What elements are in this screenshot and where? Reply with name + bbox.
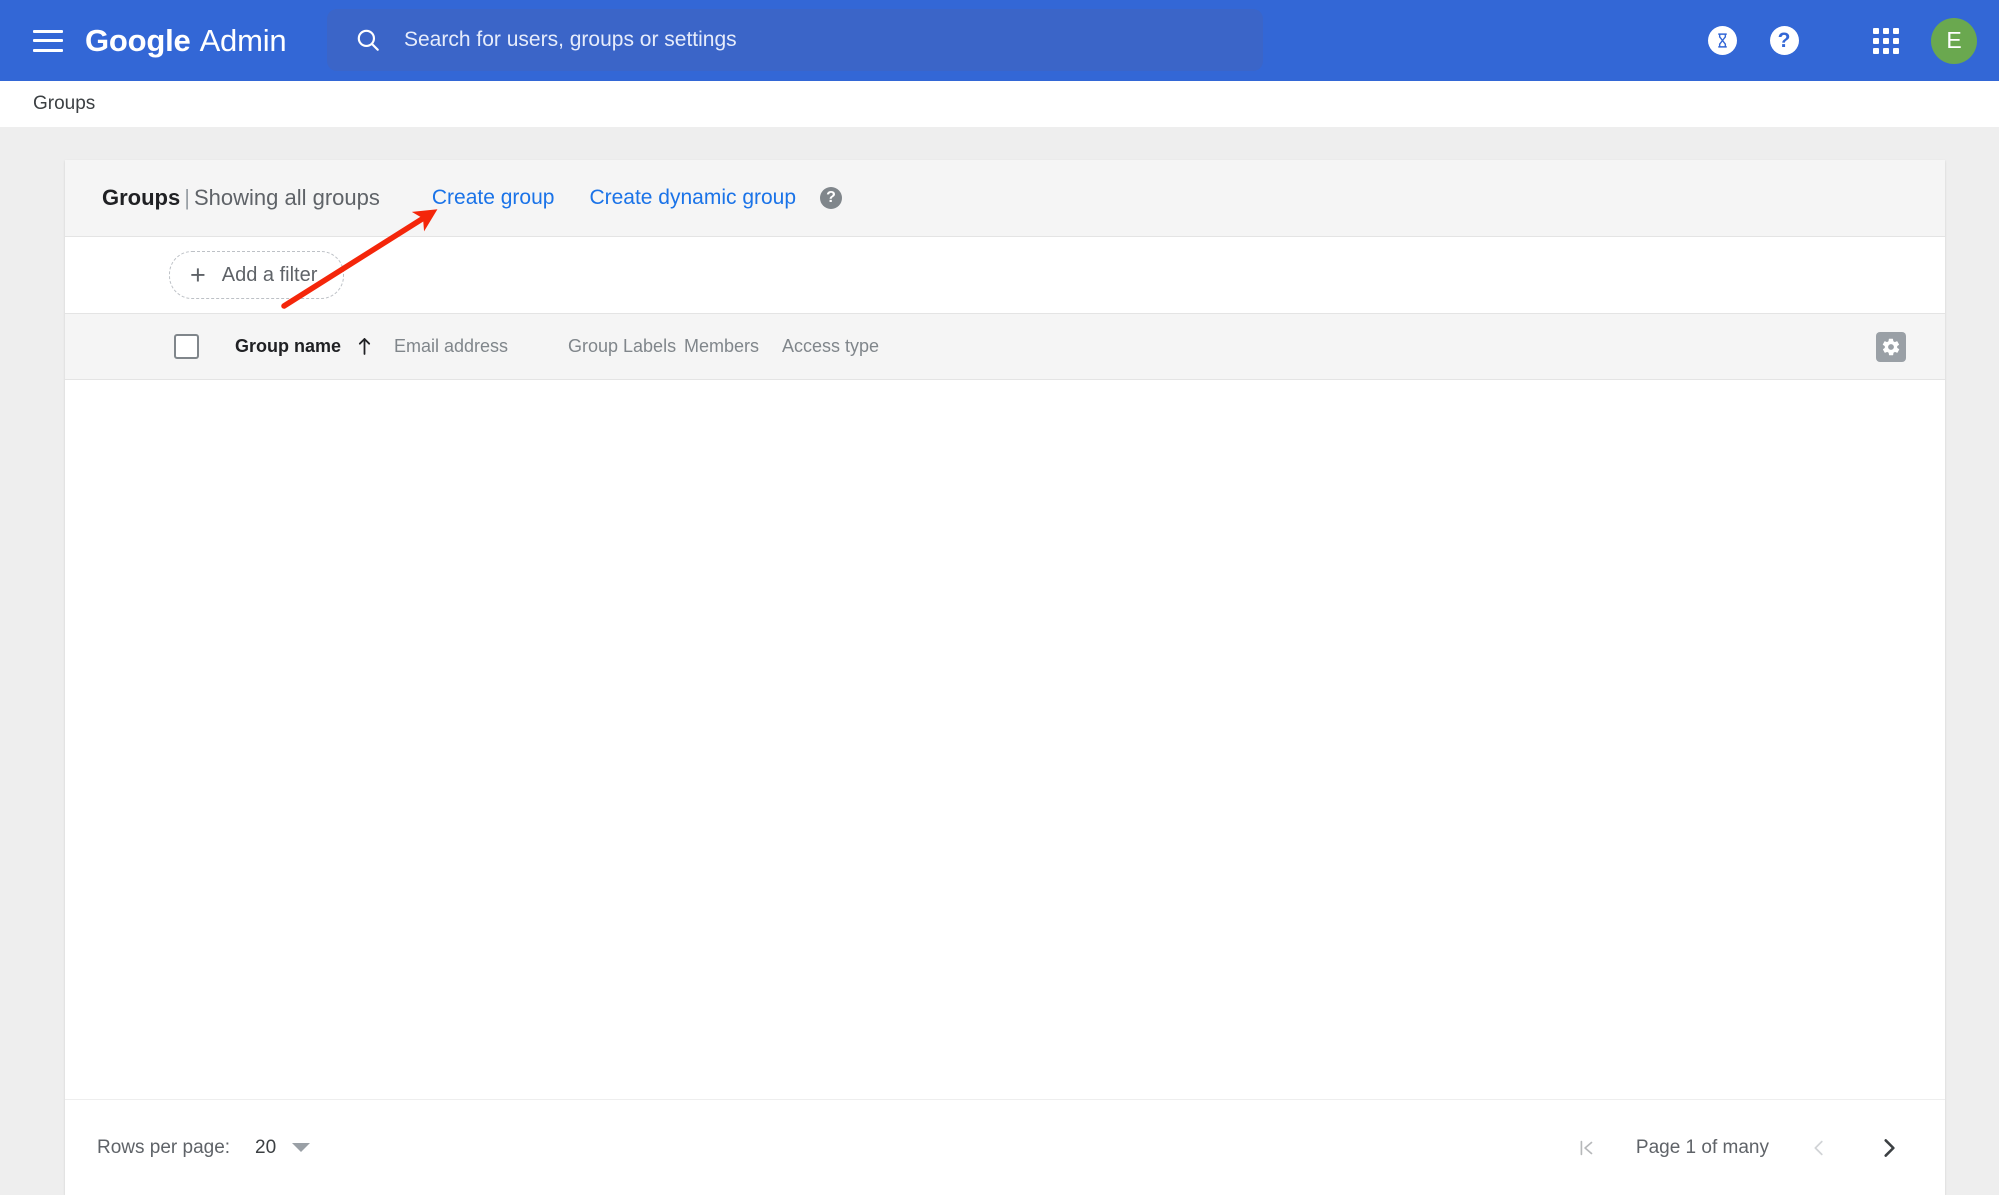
apps-grid-icon xyxy=(1873,27,1899,54)
create-group-link[interactable]: Create group xyxy=(432,186,555,210)
app-bar-actions: ? E xyxy=(1691,0,1977,81)
page-indicator: Page 1 of many xyxy=(1635,1136,1769,1158)
pagination-bar: Rows per page: 20 Page 1 of many xyxy=(65,1100,1945,1195)
hourglass-icon xyxy=(1707,26,1737,55)
search-input[interactable] xyxy=(404,28,1224,52)
pagination-controls: Page 1 of many xyxy=(1566,1128,1909,1168)
help-circle-glyph: ? xyxy=(826,189,836,206)
column-header-email-address[interactable]: Email address xyxy=(394,336,508,357)
add-filter-button[interactable]: + Add a filter xyxy=(169,251,345,299)
search-box[interactable] xyxy=(327,9,1263,71)
breadcrumb-groups[interactable]: Groups xyxy=(33,93,95,115)
column-header-access-type[interactable]: Access type xyxy=(782,336,879,357)
plus-icon: + xyxy=(190,259,206,290)
rows-per-page-label: Rows per page: xyxy=(97,1136,231,1158)
page-title-separator: | xyxy=(184,185,190,210)
table-header-row: Group name Email address Group Labels Me… xyxy=(65,314,1945,380)
brand-google-text: Google xyxy=(85,22,191,58)
groups-card: Groups | Showing all groups Create group C… xyxy=(65,160,1945,1195)
column-header-group-name[interactable]: Group name xyxy=(235,336,372,357)
trial-status-button[interactable] xyxy=(1691,10,1753,72)
table-body xyxy=(65,380,1945,1100)
add-filter-label: Add a filter xyxy=(221,263,318,286)
page-title-main: Groups xyxy=(102,185,181,210)
chevron-left-icon xyxy=(1814,1140,1823,1155)
column-header-group-name-label: Group name xyxy=(235,336,342,356)
brand-logo[interactable]: Google Admin xyxy=(85,22,287,59)
column-header-members[interactable]: Members xyxy=(684,336,759,357)
search-icon xyxy=(357,29,379,51)
chevron-down-icon xyxy=(292,1143,311,1152)
brand-admin-text: Admin xyxy=(199,22,287,58)
column-header-group-labels[interactable]: Group Labels xyxy=(568,336,676,357)
app-bar: Google Admin ? E xyxy=(0,0,1999,81)
page-content: Groups | Showing all groups Create group C… xyxy=(0,127,1999,1195)
avatar[interactable]: E xyxy=(1931,17,1977,64)
page-title-sub: Showing all groups xyxy=(193,185,380,210)
next-page-button[interactable] xyxy=(1869,1128,1909,1168)
previous-page-button[interactable] xyxy=(1799,1128,1839,1168)
select-all-checkbox[interactable] xyxy=(174,334,199,359)
help-circle-icon[interactable]: ? xyxy=(820,187,843,209)
gear-icon xyxy=(1882,338,1900,355)
create-dynamic-group-link[interactable]: Create dynamic group xyxy=(589,186,796,210)
help-button[interactable]: ? xyxy=(1753,10,1815,72)
hamburger-menu-icon[interactable] xyxy=(33,29,63,52)
filter-row: + Add a filter xyxy=(65,237,1945,314)
help-question-icon: ? xyxy=(1769,26,1799,55)
chevron-right-icon xyxy=(1884,1138,1895,1157)
rows-per-page-select[interactable]: 20 xyxy=(255,1136,311,1159)
sort-ascending-icon xyxy=(358,338,371,355)
table-settings-button[interactable] xyxy=(1876,331,1906,362)
google-apps-button[interactable] xyxy=(1855,10,1917,72)
avatar-initial: E xyxy=(1946,27,1962,53)
first-page-icon xyxy=(1580,1140,1593,1155)
first-page-button[interactable] xyxy=(1566,1128,1606,1168)
help-glyph: ? xyxy=(1777,29,1791,52)
rows-per-page-value: 20 xyxy=(255,1136,277,1158)
breadcrumb-bar: Groups xyxy=(0,81,1999,127)
card-header: Groups | Showing all groups Create group C… xyxy=(65,160,1945,237)
page-title: Groups | Showing all groups xyxy=(102,185,380,211)
